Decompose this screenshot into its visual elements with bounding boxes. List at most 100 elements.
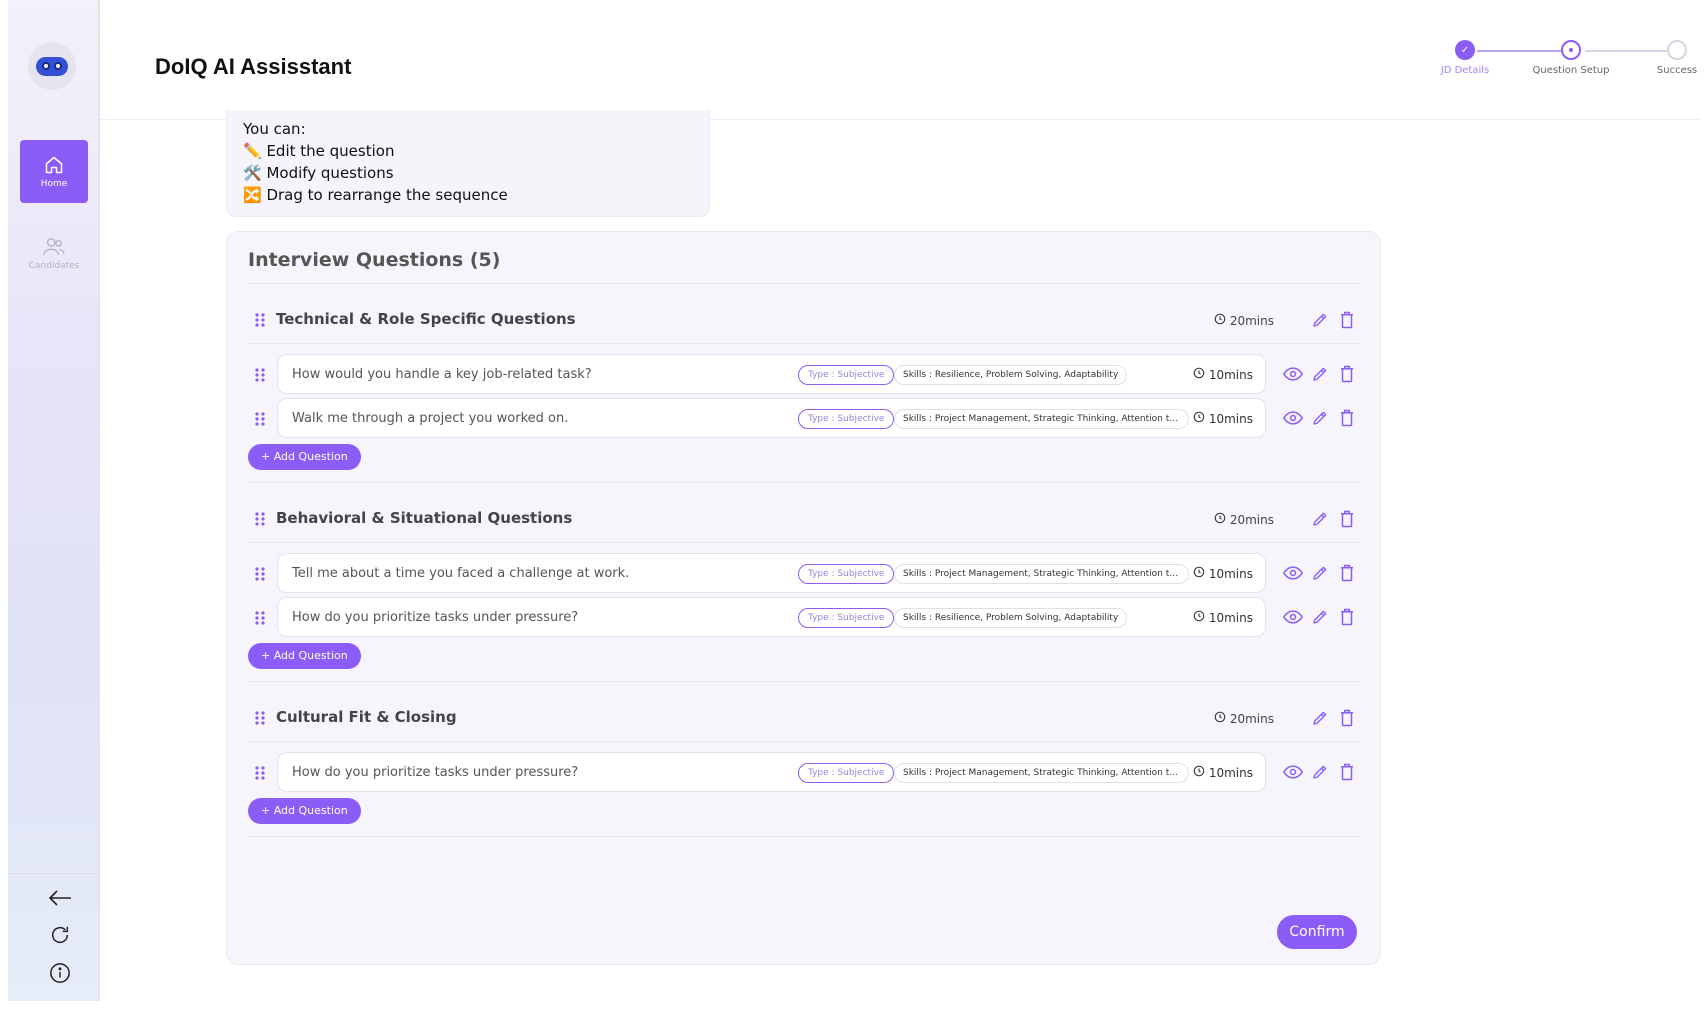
delete-question-button[interactable] [1336, 407, 1358, 429]
tips-intro: You can: [243, 120, 306, 138]
section-header: Cultural Fit & Closing 20mins [248, 701, 1360, 737]
eye-icon [1283, 411, 1303, 425]
eye-icon [1283, 610, 1303, 624]
question-type-badge: Type : Subjective [798, 564, 895, 584]
drag-handle-icon[interactable] [254, 566, 266, 586]
eye-icon [1283, 367, 1303, 381]
eye-icon [1283, 765, 1303, 779]
progress-stepper: ✓ JD Details Question Setup Success [1355, 40, 1708, 80]
step-label: Success [1656, 65, 1698, 76]
sidebar-item-home[interactable]: Home [20, 140, 88, 203]
edit-question-button[interactable] [1309, 562, 1331, 584]
users-icon [43, 237, 65, 257]
drag-handle-icon[interactable] [254, 610, 266, 630]
section-divider [248, 542, 1360, 543]
info-button[interactable] [46, 959, 74, 987]
delete-question-button[interactable] [1336, 606, 1358, 628]
section-duration: 20mins [1214, 711, 1274, 726]
drag-handle-icon[interactable] [254, 511, 266, 531]
trash-icon [1341, 311, 1353, 329]
question-skills-badge: Skills : Resilience, Problem Solving, Ad… [894, 365, 1128, 385]
clock-icon [1214, 711, 1226, 726]
sidebar-divider [8, 873, 100, 874]
question-box[interactable]: How do you prioritize tasks under pressu… [277, 752, 1266, 792]
sidebar-item-candidates[interactable]: Candidates [20, 222, 88, 285]
question-text: How would you handle a key job-related t… [292, 367, 592, 382]
clock-icon [1193, 411, 1205, 426]
add-question-button[interactable]: + Add Question [248, 444, 361, 470]
trash-icon [1341, 365, 1353, 383]
sidebar-item-label: Candidates [28, 260, 80, 271]
question-box[interactable]: How do you prioritize tasks under pressu… [277, 597, 1266, 637]
clock-icon [1193, 610, 1205, 625]
tip-modify: 🛠️ Modify questions [243, 164, 394, 182]
pencil-icon [1313, 512, 1327, 526]
pencil-icon [1313, 610, 1327, 624]
step-question-setup[interactable]: Question Setup [1511, 40, 1631, 76]
tip-edit: ✏️ Edit the question [243, 142, 395, 160]
question-duration: 10mins [1193, 411, 1253, 426]
question-row: Tell me about a time you faced a challen… [248, 553, 1360, 593]
edit-question-button[interactable] [1309, 606, 1331, 628]
refresh-button[interactable] [46, 921, 74, 949]
section-header: Technical & Role Specific Questions 20min… [248, 303, 1360, 339]
add-question-button[interactable]: + Add Question [248, 798, 361, 824]
back-button[interactable] [46, 884, 74, 912]
confirm-button[interactable]: Confirm [1277, 915, 1357, 949]
trash-icon [1341, 608, 1353, 626]
pencil-icon [1313, 566, 1327, 580]
delete-section-button[interactable] [1336, 707, 1358, 729]
question-duration: 10mins [1193, 367, 1253, 382]
delete-section-button[interactable] [1336, 508, 1358, 530]
section-divider [248, 741, 1360, 742]
sidebar-item-label: Home [40, 178, 68, 189]
delete-section-button[interactable] [1336, 309, 1358, 331]
preview-question-button[interactable] [1282, 761, 1304, 783]
edit-question-button[interactable] [1309, 407, 1331, 429]
interview-questions-title: Interview Questions (5) [248, 249, 501, 271]
drag-handle-icon[interactable] [254, 312, 266, 332]
drag-handle-icon[interactable] [254, 765, 266, 785]
clock-icon [1214, 313, 1226, 328]
delete-question-button[interactable] [1336, 761, 1358, 783]
delete-question-button[interactable] [1336, 363, 1358, 385]
edit-section-button[interactable] [1309, 508, 1331, 530]
preview-question-button[interactable] [1282, 363, 1304, 385]
check-icon: ✓ [1455, 40, 1475, 60]
info-icon [50, 963, 70, 983]
tips-box: You can: ✏️ Edit the question 🛠️ Modify … [226, 110, 710, 217]
preview-question-button[interactable] [1282, 562, 1304, 584]
clock-icon [1214, 512, 1226, 527]
drag-handle-icon[interactable] [254, 411, 266, 431]
question-text: How do you prioritize tasks under pressu… [292, 765, 579, 780]
edit-section-button[interactable] [1309, 309, 1331, 331]
question-box[interactable]: How would you handle a key job-related t… [277, 354, 1266, 394]
clock-icon [1193, 566, 1205, 581]
app-logo[interactable] [28, 42, 76, 90]
question-skills-badge: Skills : Resilience, Problem Solving, Ad… [894, 608, 1128, 628]
question-box[interactable]: Walk me through a project you worked on.… [277, 398, 1266, 438]
edit-section-button[interactable] [1309, 707, 1331, 729]
edit-question-button[interactable] [1309, 761, 1331, 783]
question-duration-text: 10mins [1208, 367, 1253, 382]
add-question-button[interactable]: + Add Question [248, 643, 361, 669]
pending-step-icon [1667, 40, 1687, 60]
preview-question-button[interactable] [1282, 606, 1304, 628]
step-success[interactable]: Success [1617, 40, 1708, 76]
edit-question-button[interactable] [1309, 363, 1331, 385]
delete-question-button[interactable] [1336, 562, 1358, 584]
question-type-badge: Type : Subjective [798, 763, 895, 783]
drag-handle-icon[interactable] [254, 367, 266, 387]
preview-question-button[interactable] [1282, 407, 1304, 429]
question-duration: 10mins [1193, 566, 1253, 581]
question-type-badge: Type : Subjective [798, 608, 895, 628]
drag-handle-icon[interactable] [254, 710, 266, 730]
refresh-icon [51, 926, 69, 944]
question-box[interactable]: Tell me about a time you faced a challen… [277, 553, 1266, 593]
section-divider [248, 836, 1360, 837]
step-jd-details[interactable]: ✓ JD Details [1405, 40, 1525, 76]
question-duration: 10mins [1193, 610, 1253, 625]
question-text: Tell me about a time you faced a challen… [292, 566, 630, 581]
current-step-icon [1561, 40, 1581, 60]
step-label: Question Setup [1532, 65, 1610, 76]
